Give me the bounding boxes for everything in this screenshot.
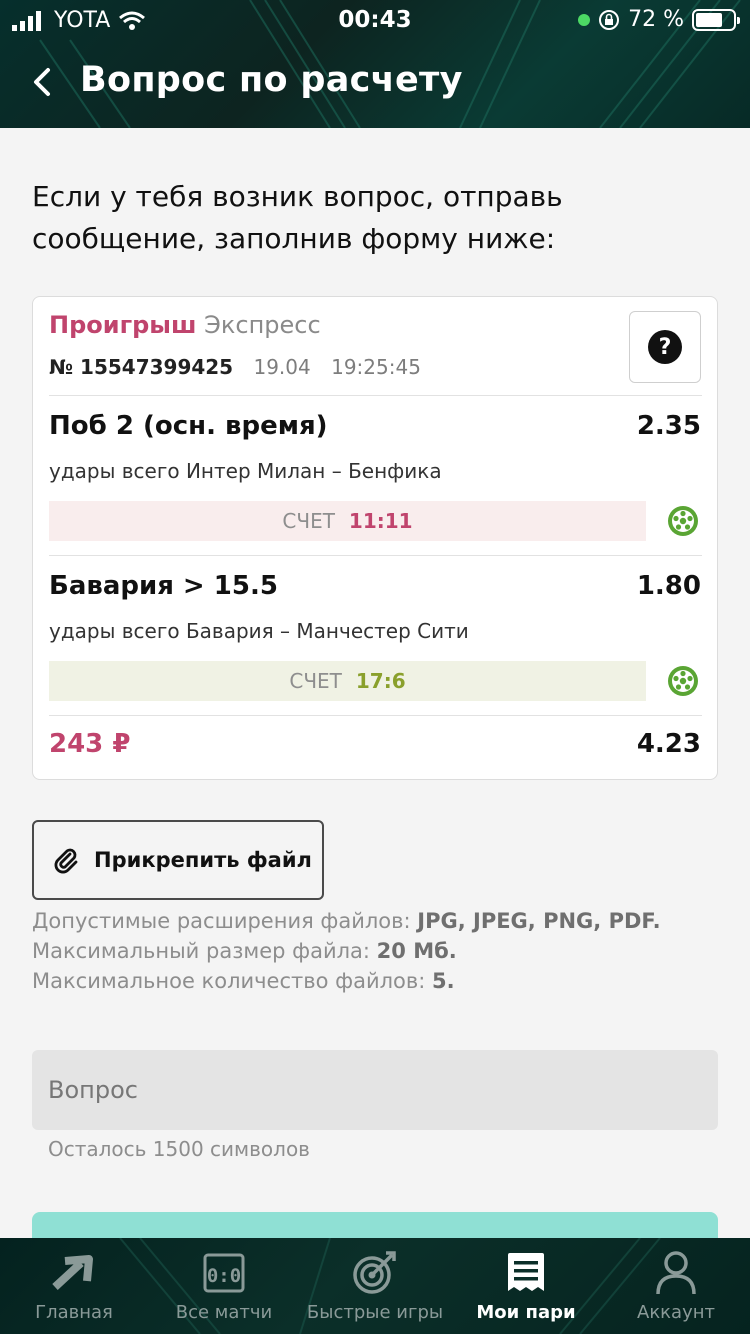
camera-indicator-icon	[578, 13, 591, 26]
scoreboard-icon: 0:0	[203, 1253, 245, 1293]
bet-odds: 2.35	[636, 411, 701, 441]
ticket-time: 19:25:45	[331, 355, 421, 379]
bet-status: Проигрыш	[49, 311, 197, 339]
status-bar: YOTA 00:43 72 %	[0, 0, 750, 40]
tab-label: Главная	[35, 1302, 113, 1323]
bottom-tab-bar: Главная 0:0 Все матчи Быстрые игры Мои п…	[0, 1238, 750, 1334]
intro-text: Если у тебя возник вопрос, отправь сообщ…	[32, 180, 563, 255]
battery-fill	[696, 12, 722, 27]
file-count-value: 5.	[432, 969, 455, 993]
score-label: СЧЕТ	[289, 669, 342, 693]
page-title: Вопрос по расчету	[80, 60, 463, 100]
help-button[interactable]: ?	[629, 311, 701, 383]
football-icon	[668, 506, 698, 536]
file-count-label: Максимальное количество файлов:	[32, 969, 433, 993]
divider	[49, 395, 702, 396]
battery-icon	[692, 8, 740, 31]
football-icon	[668, 666, 698, 696]
receipt-icon	[508, 1253, 544, 1291]
file-size-value: 20 Мб.	[376, 939, 457, 963]
file-size-label: Максимальный размер файла:	[32, 939, 377, 963]
bet-amount: 243 ₽	[49, 729, 131, 759]
bet-title: Поб 2 (осн. время)	[49, 411, 328, 441]
tab-all-matches[interactable]: 0:0 Все матчи	[164, 1238, 284, 1334]
back-chevron-icon[interactable]	[28, 62, 58, 102]
question-input[interactable]: Вопрос	[32, 1050, 718, 1130]
bet-title: Бавария > 15.5	[49, 571, 278, 601]
status-right: 72 %	[578, 7, 740, 32]
tab-my-bets[interactable]: Мои пари	[466, 1238, 586, 1334]
score-box: СЧЕТ 11:11	[49, 501, 646, 541]
tab-label: Мои пари	[476, 1302, 576, 1323]
target-icon	[353, 1251, 396, 1294]
attach-file-button[interactable]: Прикрепить файл	[32, 820, 324, 900]
bet-event: удары всего Интер Милан – Бенфика	[49, 459, 442, 483]
attach-file-label: Прикрепить файл	[94, 848, 312, 872]
divider	[49, 715, 702, 716]
tab-label: Аккаунт	[637, 1302, 715, 1323]
file-count-line: Максимальное количество файлов: 5.	[32, 966, 661, 996]
divider	[49, 555, 702, 556]
tab-account[interactable]: Аккаунт	[616, 1238, 736, 1334]
tab-quick-games[interactable]: Быстрые игры	[300, 1238, 450, 1334]
app-header: YOTA 00:43 72 % Вопрос по расчету	[0, 0, 750, 128]
file-extensions-label: Допустимые расширения файлов:	[32, 909, 418, 933]
score-value: 11:11	[348, 509, 413, 533]
bet-type: Экспресс	[204, 311, 321, 339]
file-requirements: Допустимые расширения файлов: JPG, JPEG,…	[32, 906, 661, 996]
score-label: СЧЕТ	[282, 509, 335, 533]
tab-label: Быстрые игры	[306, 1302, 444, 1323]
file-size-line: Максимальный размер файла: 20 Мб.	[32, 936, 661, 966]
tab-home[interactable]: Главная	[14, 1238, 134, 1334]
ticket-number: № 15547399425	[49, 355, 234, 379]
file-extensions-value: JPG, JPEG, PNG, PDF.	[417, 909, 661, 933]
question-placeholder: Вопрос	[48, 1076, 138, 1104]
bet-odds: 1.80	[636, 571, 701, 601]
file-extensions-line: Допустимые расширения файлов: JPG, JPEG,…	[32, 906, 661, 936]
score-box: СЧЕТ 17:6	[49, 661, 646, 701]
svg-text:0:0: 0:0	[207, 1265, 241, 1287]
score-value: 17:6	[355, 669, 406, 693]
rotation-lock-icon	[599, 9, 620, 30]
user-icon	[656, 1251, 696, 1295]
battery-percent: 72 %	[628, 7, 684, 32]
bet-status-line: Проигрыш Экспресс	[49, 311, 321, 339]
tab-label: Все матчи	[175, 1302, 273, 1323]
bet-event: удары всего Бавария – Манчестер Сити	[49, 619, 469, 643]
question-icon: ?	[648, 330, 682, 364]
total-odds: 4.23	[636, 729, 701, 759]
chars-remaining: Осталось 1500 символов	[48, 1137, 310, 1161]
bet-card: Проигрыш Экспресс № 15547399425 19.04 19…	[32, 296, 718, 780]
arrow-icon	[52, 1255, 93, 1290]
ticket-line: № 15547399425 19.04 19:25:45	[49, 355, 421, 379]
ticket-date: 19.04	[253, 355, 311, 379]
paperclip-icon	[54, 848, 78, 874]
